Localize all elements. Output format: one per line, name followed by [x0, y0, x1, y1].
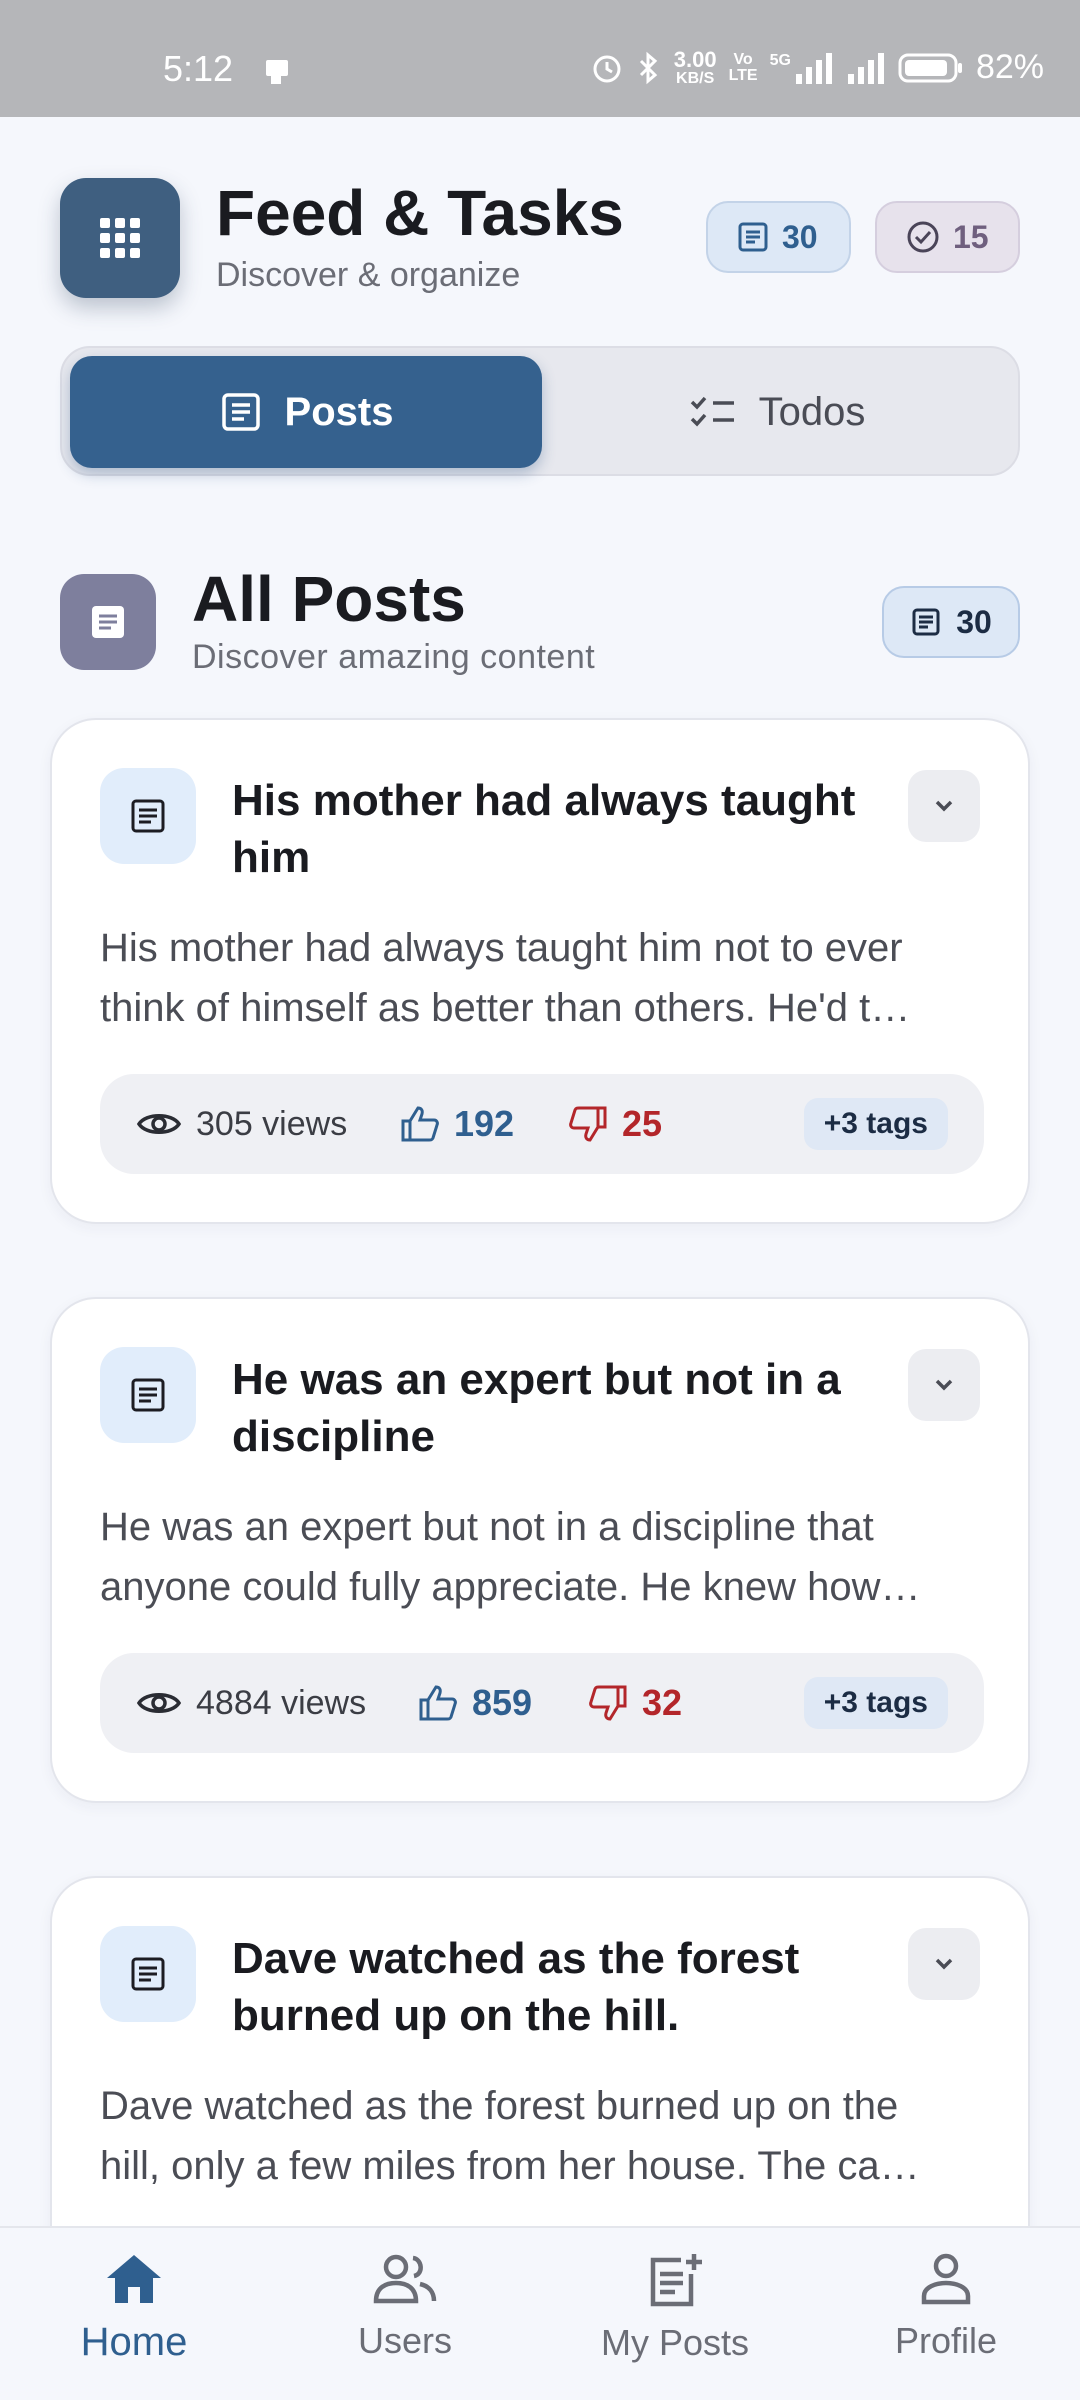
- likes-count: 859: [472, 1682, 533, 1723]
- todos-count-badge[interactable]: 15: [875, 201, 1020, 273]
- dislike-button[interactable]: 25: [568, 1074, 662, 1174]
- app-logo: [60, 178, 180, 298]
- expand-button[interactable]: [908, 1928, 980, 2000]
- eye-icon: [136, 1114, 182, 1134]
- nav-home-label: Home: [80, 2320, 188, 2364]
- nav-profile-label: Profile: [894, 2320, 998, 2361]
- bottom-navigation: Home Users My Posts Profile: [0, 2226, 1080, 2400]
- checklist-icon: [690, 396, 734, 427]
- thumb-up-icon: [401, 1106, 439, 1142]
- post-icon: [100, 1347, 196, 1443]
- views-count: 4884 views: [196, 1683, 367, 1722]
- post-body-line: His mother had always taught him not to …: [100, 926, 903, 970]
- views-stat: 4884 views: [136, 1653, 366, 1753]
- post-card[interactable]: His mother had always taught him His mot…: [50, 718, 1030, 1224]
- status-right: 3.00 KB/S Vo LTE 5G 82%: [590, 48, 1044, 87]
- chevron-down-icon: [935, 800, 953, 812]
- todos-count: 15: [953, 218, 989, 255]
- article-icon: [131, 799, 165, 833]
- dislike-button[interactable]: 32: [588, 1653, 682, 1753]
- dislikes-count: 25: [622, 1103, 663, 1144]
- nav-home[interactable]: Home: [34, 2252, 234, 2365]
- app-title: Feed & Tasks: [216, 177, 624, 249]
- likes-count: 192: [454, 1103, 515, 1144]
- status-time: 5:12: [163, 48, 234, 89]
- post-body-line: hill, only a few miles from her house. T…: [100, 2144, 920, 2188]
- person-icon: [921, 2253, 971, 2305]
- signal-icon-2: [847, 52, 884, 84]
- description-icon: [92, 606, 124, 638]
- status-bar: 5:12 3.00 KB/S Vo LTE 5G 82%: [0, 0, 1080, 117]
- volte-indicator: Vo LTE: [728, 50, 758, 84]
- thumb-down-icon: [589, 1685, 627, 1721]
- dislikes-count: 32: [642, 1682, 683, 1723]
- article-icon: [912, 608, 940, 636]
- nav-my-posts[interactable]: My Posts: [575, 2252, 775, 2364]
- posts-count-badge[interactable]: 30: [706, 201, 851, 273]
- notification-icon: [266, 60, 288, 84]
- tags-pill[interactable]: +3 tags: [803, 1677, 948, 1729]
- tab-posts[interactable]: Posts: [70, 356, 542, 468]
- post-body: Dave watched as the forest burned up on …: [100, 2076, 984, 2196]
- thumb-down-icon: [569, 1106, 607, 1142]
- post-body-line: think of himself as better than others. …: [100, 986, 911, 1030]
- section-subtitle: Discover amazing content: [192, 638, 596, 676]
- section-title: All Posts: [192, 563, 466, 635]
- article-icon: [221, 393, 260, 431]
- article-icon: [131, 1378, 165, 1412]
- battery-icon: [898, 53, 962, 82]
- post-add-icon: [650, 2254, 702, 2307]
- article-icon: [738, 222, 768, 252]
- article-icon: [131, 1957, 165, 1991]
- bluetooth-icon: [639, 51, 657, 84]
- post-body-line: He was an expert but not in a discipline…: [100, 1505, 874, 1549]
- views-count: 305 views: [196, 1104, 348, 1143]
- signal-icon: [795, 52, 832, 84]
- section-icon: [60, 574, 156, 670]
- expand-button[interactable]: [908, 770, 980, 842]
- signal-5g: 5G: [770, 52, 834, 84]
- post-card[interactable]: He was an expert but not in a discipline…: [50, 1297, 1030, 1803]
- post-icon: [100, 1926, 196, 2022]
- app-subtitle: Discover & organize: [216, 256, 521, 294]
- thumb-up-icon: [419, 1685, 457, 1721]
- chevron-down-icon: [935, 1379, 953, 1391]
- post-body-line: anyone could fully appreciate. He knew h…: [100, 1565, 921, 1609]
- post-icon: [100, 768, 196, 864]
- like-button[interactable]: 859: [418, 1653, 532, 1753]
- battery-percent: 82%: [975, 48, 1044, 86]
- tags-pill[interactable]: +3 tags: [803, 1098, 948, 1150]
- eye-icon: [136, 1693, 182, 1713]
- post-stats: 305 views 192 25 +3 tags: [100, 1074, 984, 1174]
- views-stat: 305 views: [136, 1074, 347, 1174]
- nav-profile[interactable]: Profile: [846, 2252, 1046, 2362]
- post-body-line: Dave watched as the forest burned up on …: [100, 2084, 899, 2128]
- section-count: 30: [956, 603, 992, 640]
- net-speed: 3.00 KB/S: [673, 46, 717, 87]
- post-body: He was an expert but not in a discipline…: [100, 1497, 984, 1617]
- expand-button[interactable]: [908, 1349, 980, 1421]
- tab-posts-label: Posts: [284, 389, 394, 434]
- nav-users-label: Users: [357, 2320, 452, 2361]
- section-count-badge: 30: [882, 586, 1020, 658]
- like-button[interactable]: 192: [400, 1074, 514, 1174]
- post-title: His mother had always taught him: [232, 776, 856, 882]
- alarm-icon: [593, 55, 621, 82]
- post-title: He was an expert but not in a discipline: [232, 1355, 841, 1461]
- post-stats: 4884 views 859 32 +3 tags: [100, 1653, 984, 1753]
- home-icon: [107, 2255, 161, 2303]
- view-switcher: Posts Todos: [60, 346, 1020, 476]
- check-circle-icon: [907, 221, 939, 253]
- post-title: Dave watched as the forest burned up on …: [232, 1934, 800, 2040]
- post-body: His mother had always taught him not to …: [100, 918, 984, 1038]
- chevron-down-icon: [935, 1958, 953, 1970]
- tab-todos[interactable]: Todos: [542, 356, 1012, 468]
- posts-count: 30: [782, 218, 818, 255]
- nav-my-posts-label: My Posts: [600, 2322, 750, 2363]
- tab-todos-label: Todos: [758, 389, 866, 434]
- users-icon: [373, 2254, 437, 2304]
- nav-users[interactable]: Users: [305, 2252, 505, 2362]
- apps-grid-icon: [100, 218, 140, 258]
